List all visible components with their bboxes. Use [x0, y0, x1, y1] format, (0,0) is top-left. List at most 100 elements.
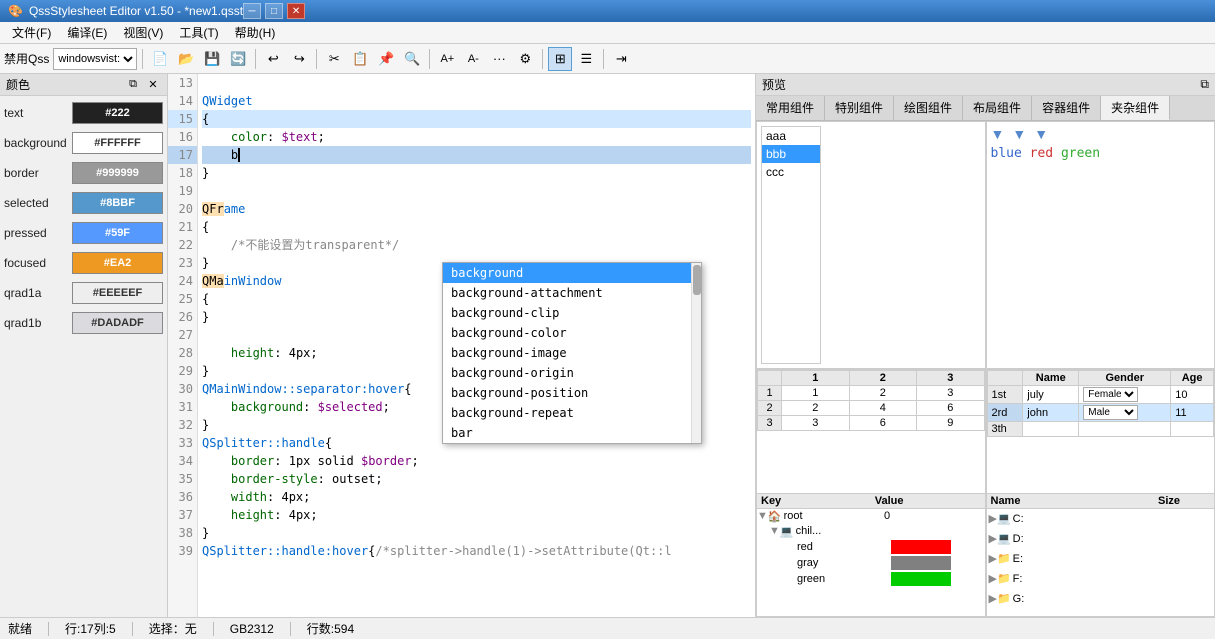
indent-button[interactable]: ⇥ — [609, 47, 633, 71]
color-panel-close[interactable]: ✕ — [145, 77, 161, 93]
open-button[interactable]: 📂 — [174, 47, 198, 71]
filter-arrows: ▼ ▼ ▼ — [991, 126, 1211, 142]
tree-row-root[interactable]: ▼ 🏠 root 0 — [757, 509, 985, 524]
maximize-button[interactable]: □ — [265, 3, 283, 19]
ac-item-background-origin[interactable]: background-origin — [443, 363, 691, 383]
color-swatch-text[interactable]: #222 — [72, 102, 163, 124]
file-row-d[interactable]: ▶ 💻 D: — [987, 529, 1215, 549]
list-item-ccc[interactable]: ccc — [762, 163, 820, 181]
preview-tabs: 常用组件 特别组件 绘图组件 布局组件 容器组件 夹杂组件 — [756, 96, 1215, 121]
color-swatch-selected[interactable]: #8BBF — [72, 192, 163, 214]
find-button[interactable]: 🔍 — [400, 47, 424, 71]
fontsize-decrease[interactable]: A- — [461, 47, 485, 71]
file-row-e[interactable]: ▶ 📁 E: — [987, 549, 1215, 569]
line-num-32: 32 — [168, 416, 197, 434]
ac-item-background-image[interactable]: background-image — [443, 343, 691, 363]
code-editor[interactable]: QWidget { color: $text; b } QFrame { /*不… — [198, 74, 755, 617]
name-row-3th[interactable]: 3th — [987, 422, 1214, 437]
color-row-focused: focused #EA2 — [4, 250, 163, 276]
undo-button[interactable]: ↩ — [261, 47, 285, 71]
menu-view[interactable]: 视图(V) — [115, 22, 171, 43]
tree-row-red[interactable]: red — [757, 539, 985, 555]
settings-button[interactable]: ⚙ — [513, 47, 537, 71]
tab-special[interactable]: 特别组件 — [825, 96, 894, 120]
line-num-34: 34 — [168, 452, 197, 470]
file-header-name: Name — [987, 494, 1155, 508]
ac-item-bar[interactable]: bar — [443, 423, 691, 443]
redo-button[interactable]: ↪ — [287, 47, 311, 71]
minimize-button[interactable]: ─ — [243, 3, 261, 19]
toolbar-separator-3 — [316, 49, 317, 69]
menu-tools[interactable]: 工具(T) — [171, 22, 226, 43]
ac-item-background[interactable]: background — [443, 263, 691, 283]
ac-item-background-color[interactable]: background-color — [443, 323, 691, 343]
color-swatch-focused[interactable]: #EA2 — [72, 252, 163, 274]
cut-button[interactable]: ✂ — [322, 47, 346, 71]
code-line-22: /*不能设置为transparent*/ — [202, 236, 751, 254]
ac-item-background-clip[interactable]: background-clip — [443, 303, 691, 323]
name-row-2nd[interactable]: 2rd john MaleFemale 11 — [987, 404, 1214, 422]
tree-row-child[interactable]: ▼ 💻 chil... — [757, 524, 985, 539]
ac-item-background-position[interactable]: background-position — [443, 383, 691, 403]
close-button[interactable]: ✕ — [287, 3, 305, 19]
file-row-f[interactable]: ▶ 📁 F: — [987, 569, 1215, 589]
list-widget[interactable]: aaa bbb ccc — [761, 126, 821, 364]
line-num-20: 20 — [168, 200, 197, 218]
table-header-empty — [758, 371, 782, 386]
color-swatch-border[interactable]: #999999 — [72, 162, 163, 184]
tab-mixed[interactable]: 夹杂组件 — [1101, 96, 1170, 120]
line-num-28: 28 — [168, 344, 197, 362]
color-swatch-pressed[interactable]: #59F — [72, 222, 163, 244]
table-row-3[interactable]: 3 3 6 9 — [758, 416, 985, 431]
filter-arrow-1[interactable]: ▼ — [991, 126, 1005, 142]
ac-item-background-attachment[interactable]: background-attachment — [443, 283, 691, 303]
more-button[interactable]: ··· — [487, 47, 511, 71]
list-button[interactable]: ☰ — [574, 47, 598, 71]
file-name-g: G: — [1011, 593, 1212, 605]
autocomplete-scrollbar[interactable] — [691, 263, 701, 443]
list-item-aaa[interactable]: aaa — [762, 127, 820, 145]
menu-help[interactable]: 帮助(H) — [227, 22, 284, 43]
tree-row-gray[interactable]: gray — [757, 555, 985, 571]
statusbar: 就绪 行:17列:5 选择：无 GB2312 行数:594 — [0, 617, 1215, 639]
preview-float-icon[interactable]: ⧉ — [1200, 77, 1209, 92]
autocomplete-dropdown[interactable]: background background-attachment backgro… — [442, 262, 702, 444]
menu-edit[interactable]: 编译(E) — [59, 22, 115, 43]
color-panel-float[interactable]: ⧉ — [125, 77, 141, 93]
grid-button[interactable]: ⊞ — [548, 47, 572, 71]
reload-button[interactable]: 🔄 — [226, 47, 250, 71]
list-item-bbb[interactable]: bbb — [762, 145, 820, 163]
save-button[interactable]: 💾 — [200, 47, 224, 71]
table-header-3: 3 — [917, 371, 985, 386]
color-swatch-background[interactable]: #FFFFFF — [72, 132, 163, 154]
color-row-border: border #999999 — [4, 160, 163, 186]
tab-common[interactable]: 常用组件 — [756, 96, 825, 120]
copy-button[interactable]: 📋 — [348, 47, 372, 71]
gender-select-1[interactable]: FemaleMale — [1083, 387, 1138, 402]
color-label-pressed: pressed — [4, 226, 72, 240]
tab-drawing[interactable]: 绘图组件 — [894, 96, 963, 120]
tab-container[interactable]: 容器组件 — [1032, 96, 1101, 120]
paste-button[interactable]: 📌 — [374, 47, 398, 71]
filter-arrow-2[interactable]: ▼ — [1012, 126, 1026, 142]
tab-layout[interactable]: 布局组件 — [963, 96, 1032, 120]
table-row-1[interactable]: 1 1 2 3 — [758, 386, 985, 401]
file-icon-g: 📁 — [997, 592, 1011, 605]
color-swatch-qrad1a[interactable]: #EEEEEF — [72, 282, 163, 304]
status-ready: 就绪 — [8, 620, 32, 637]
editor-container[interactable]: 13 14 15 16 17 18 19 20 21 22 23 24 25 2… — [168, 74, 755, 617]
tree-row-green[interactable]: green — [757, 571, 985, 587]
gender-select-2[interactable]: MaleFemale — [1083, 405, 1138, 420]
color-swatch-qrad1b[interactable]: #DADADF — [72, 312, 163, 334]
filter-arrow-3[interactable]: ▼ — [1034, 126, 1048, 142]
fontsize-increase[interactable]: A+ — [435, 47, 459, 71]
menu-file[interactable]: 文件(F) — [4, 22, 59, 43]
new-button[interactable]: 📄 — [148, 47, 172, 71]
ac-item-background-repeat[interactable]: background-repeat — [443, 403, 691, 423]
name-row-1st[interactable]: 1st july FemaleMale 10 — [987, 386, 1214, 404]
table-row-2[interactable]: 2 2 4 6 — [758, 401, 985, 416]
file-row-c[interactable]: ▶ 💻 C: — [987, 509, 1215, 529]
file-row-g[interactable]: ▶ 📁 G: — [987, 589, 1215, 609]
style-select[interactable]: windowsvist: windows fusion — [53, 48, 137, 70]
line-num-19: 19 — [168, 182, 197, 200]
